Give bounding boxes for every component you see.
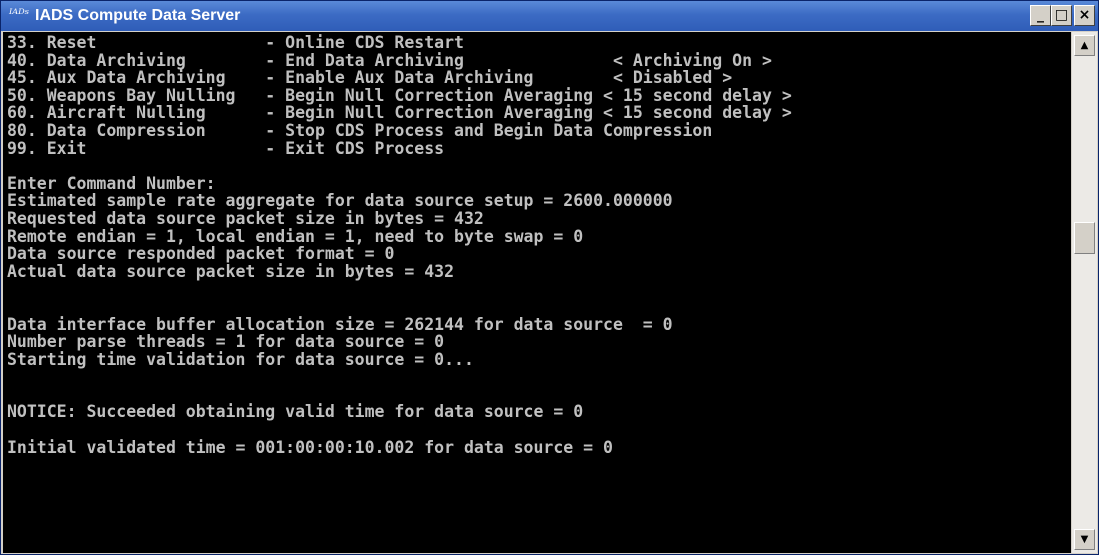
console-line: NOTICE: Succeeded obtaining valid time f… bbox=[7, 402, 584, 422]
console-line: 99. Exit - Exit CDS Process bbox=[7, 138, 445, 158]
console-line: Actual data source packet size in bytes … bbox=[7, 261, 455, 281]
console-line: 33. Reset - Online CDS Restart bbox=[7, 33, 464, 52]
console-line: Number parse threads = 1 for data source… bbox=[7, 332, 445, 352]
console-line: Data source responded packet format = 0 bbox=[7, 244, 395, 264]
console-line: 40. Data Archiving - End Data Archiving … bbox=[7, 50, 772, 70]
vertical-scrollbar[interactable]: ▲ ▼ bbox=[1072, 32, 1097, 553]
console-line: Data interface buffer allocation size = … bbox=[7, 314, 673, 334]
console-line: 80. Data Compression - Stop CDS Process … bbox=[7, 120, 713, 140]
close-button[interactable]: × bbox=[1074, 5, 1095, 26]
minimize-button[interactable]: _ bbox=[1030, 5, 1051, 26]
title-bar[interactable]: ᴵᴬᴰˢ IADS Compute Data Server _ □ × bbox=[1, 1, 1098, 31]
console-line: 50. Weapons Bay Nulling - Begin Null Cor… bbox=[7, 85, 792, 105]
console-line: 45. Aux Data Archiving - Enable Aux Data… bbox=[7, 68, 733, 88]
window-title: IADS Compute Data Server bbox=[35, 7, 241, 24]
scroll-down-arrow-icon[interactable]: ▼ bbox=[1074, 529, 1095, 550]
console-output[interactable]: 33. Reset - Online CDS Restart 40. Data … bbox=[3, 32, 1071, 553]
console-line: Starting time validation for data source… bbox=[7, 349, 474, 369]
console-line: Initial validated time = 001:00:00:10.00… bbox=[7, 437, 613, 457]
console-line: Enter Command Number: bbox=[7, 173, 216, 193]
scroll-thumb[interactable] bbox=[1074, 222, 1095, 254]
scroll-up-arrow-icon[interactable]: ▲ bbox=[1074, 35, 1095, 56]
app-icon[interactable]: ᴵᴬᴰˢ bbox=[9, 7, 29, 22]
console-text: 33. Reset - Online CDS Restart 40. Data … bbox=[3, 32, 1071, 458]
maximize-button[interactable]: □ bbox=[1051, 5, 1072, 26]
console-window: ᴵᴬᴰˢ IADS Compute Data Server _ □ × 33. … bbox=[0, 0, 1099, 555]
console-line: Requested data source packet size in byt… bbox=[7, 208, 484, 228]
console-line: 60. Aircraft Nulling - Begin Null Correc… bbox=[7, 103, 792, 123]
console-line: Remote endian = 1, local endian = 1, nee… bbox=[7, 226, 584, 246]
console-line: Estimated sample rate aggregate for data… bbox=[7, 191, 673, 211]
